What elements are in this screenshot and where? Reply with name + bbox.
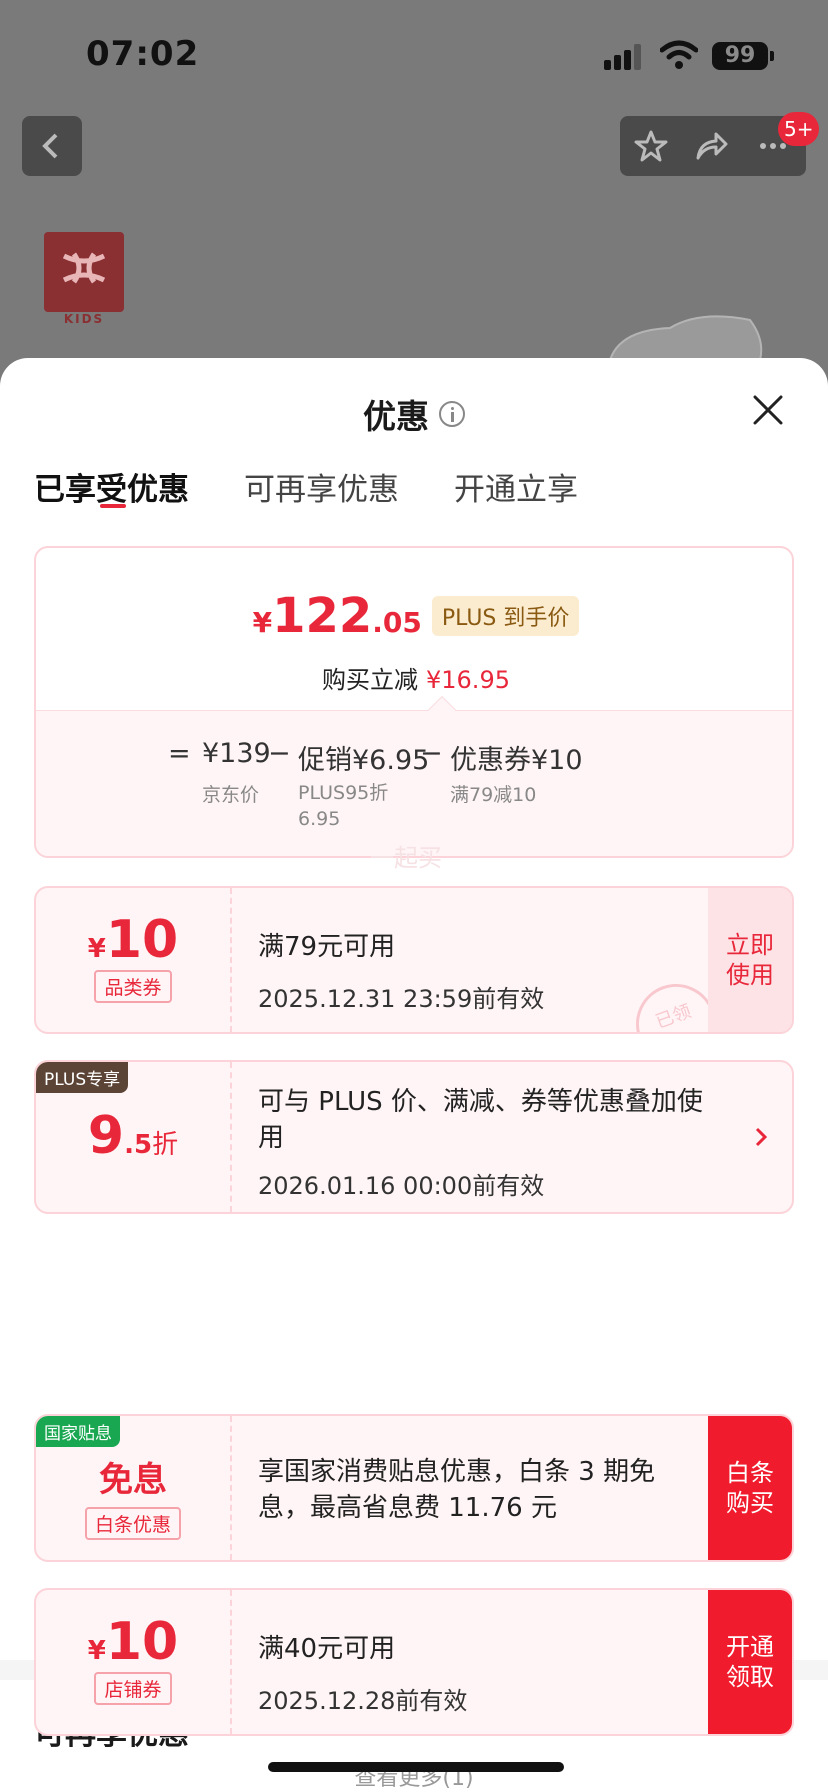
baitiao-buy-button[interactable]: 白条 购买 — [708, 1416, 792, 1560]
sheet-header: 优惠 — [0, 390, 828, 438]
group-buy-watermark: 一起买 — [370, 844, 442, 872]
baitiao-tag: 白条优惠 — [84, 1507, 181, 1540]
shop-coupon-amount: ¥10 — [87, 1612, 179, 1672]
shop-coupon-type-tag: 店铺券 — [94, 1672, 172, 1705]
active-tab-indicator — [100, 504, 126, 508]
brand-sub-label: KIDS — [63, 312, 105, 326]
formula-promo: 促销¥6.95 — [298, 745, 430, 776]
use-now-button[interactable]: 立即 使用 — [708, 888, 792, 1032]
info-icon[interactable] — [439, 401, 465, 427]
formula-base-price: ¥139 — [202, 738, 271, 769]
discount-value: 9.5折 — [36, 1062, 230, 1212]
formula-minus: − — [420, 738, 443, 769]
base-price-note: 京东价 — [202, 784, 260, 806]
interest-free-details: 享国家消费贴息优惠，白条 3 期免息，最高省息费 11.76 元 — [258, 1454, 702, 1526]
tab-more-available[interactable]: 可再享优惠 — [244, 464, 399, 509]
sheet-title: 优惠 — [363, 397, 429, 436]
shop-coupon-expiry: 2025.12.28前有效 — [258, 1687, 468, 1715]
battery-icon: 99 — [712, 42, 774, 70]
chevron-right-icon — [755, 1127, 768, 1147]
shop-coupon-condition: 满40元可用 — [258, 1634, 396, 1664]
price-summary-card: ¥122.05 PLUS 到手价 购买立减 ¥16.95 = ¥139 − 促销¥6… — [34, 546, 794, 858]
brand-logo — [44, 232, 124, 312]
plus-discount-card[interactable]: PLUS专享 9.5折 可与 PLUS 价、满减、券等优惠叠加使用 2026.0… — [34, 1060, 794, 1214]
coupon-amount: ¥10 — [87, 910, 179, 970]
discount-sheet: 优惠 已享受优惠 可再享优惠 开通立享 ¥122.05 PLUS 到手价 购买立减… — [0, 358, 828, 1792]
price-breakdown-area — [36, 710, 792, 856]
status-time: 07:02 — [86, 34, 200, 74]
coupon-details: 满79元可用 2025.12.31 23:59前有效 — [258, 926, 702, 1014]
shop-coupon-details: 满40元可用 2025.12.28前有效 — [258, 1628, 702, 1716]
wifi-icon — [660, 40, 698, 69]
share-icon[interactable] — [694, 130, 728, 162]
coupon-condition: 满79元可用 — [258, 932, 396, 962]
reduction-amount: ¥16.95 — [426, 666, 510, 694]
plus-discount-details: 可与 PLUS 价、满减、券等优惠叠加使用 2026.01.16 00:00前有… — [258, 1084, 722, 1201]
interest-free-headline: 免息 — [99, 1460, 167, 1500]
home-indicator[interactable] — [268, 1762, 564, 1772]
formula-minus: − — [268, 738, 291, 769]
reduction-label: 购买立减 — [322, 666, 418, 694]
final-price-row: ¥122.05 PLUS 到手价 — [36, 588, 792, 644]
coupon-type-tag: 品类券 — [94, 970, 172, 1003]
promo-note: PLUS95折 6.95 — [298, 782, 389, 830]
activate-claim-button[interactable]: 开通 领取 — [708, 1590, 792, 1734]
interest-free-card: 国家贴息 免息 白条优惠 享国家消费贴息优惠，白条 3 期免息，最高省息费 11… — [34, 1414, 794, 1562]
formula-coupon: 优惠券¥10 — [450, 745, 583, 776]
shop-coupon-card: ¥10 店铺券 满40元可用 2025.12.28前有效 开通 领取 — [34, 1588, 794, 1736]
shop-coupon-value: ¥10 店铺券 — [36, 1590, 230, 1734]
plus-discount-expiry: 2026.01.16 00:00前有效 — [258, 1172, 545, 1200]
chevron-left-icon — [42, 133, 58, 159]
plus-discount-description: 可与 PLUS 价、满减、券等优惠叠加使用 — [258, 1087, 703, 1153]
battery-level: 99 — [724, 43, 756, 68]
coupon-note: 满79减10 — [450, 784, 537, 806]
interest-free-value: 免息 白条优惠 — [36, 1416, 230, 1560]
coupon-value: ¥10 品类券 — [36, 888, 230, 1032]
background-page: 07:02 99 5+ KIDS — [0, 0, 828, 420]
under-armour-logo-icon — [62, 252, 106, 284]
discount-rate: 9.5折 — [87, 1106, 179, 1166]
price-formula: = ¥139 − 促销¥6.95 − 优惠券¥10 — [36, 738, 792, 778]
coupon-expiry: 2025.12.31 23:59前有效 — [258, 985, 545, 1013]
tab-activate[interactable]: 开通立享 — [454, 464, 578, 509]
tab-enjoyed[interactable]: 已享受优惠 — [34, 464, 189, 509]
message-count-badge: 5+ — [778, 112, 820, 146]
close-icon[interactable] — [752, 394, 784, 426]
category-coupon-card: ¥10 品类券 满79元可用 2025.12.31 23:59前有效 已领 立即… — [34, 886, 794, 1034]
back-button[interactable] — [22, 116, 82, 176]
interest-free-description: 享国家消费贴息优惠，白条 3 期免息，最高省息费 11.76 元 — [258, 1457, 656, 1523]
star-icon[interactable] — [634, 130, 668, 162]
plus-price-tag: PLUS 到手价 — [431, 596, 580, 636]
final-price: ¥122.05 — [252, 588, 422, 644]
cellular-signal-icon — [604, 44, 646, 70]
tab-bar: 已享受优惠 可再享优惠 开通立享 — [0, 458, 828, 518]
status-bar: 07:02 99 — [0, 0, 828, 100]
instant-reduction: 购买立减 ¥16.95 — [36, 660, 792, 695]
formula-equals: = — [168, 738, 191, 769]
